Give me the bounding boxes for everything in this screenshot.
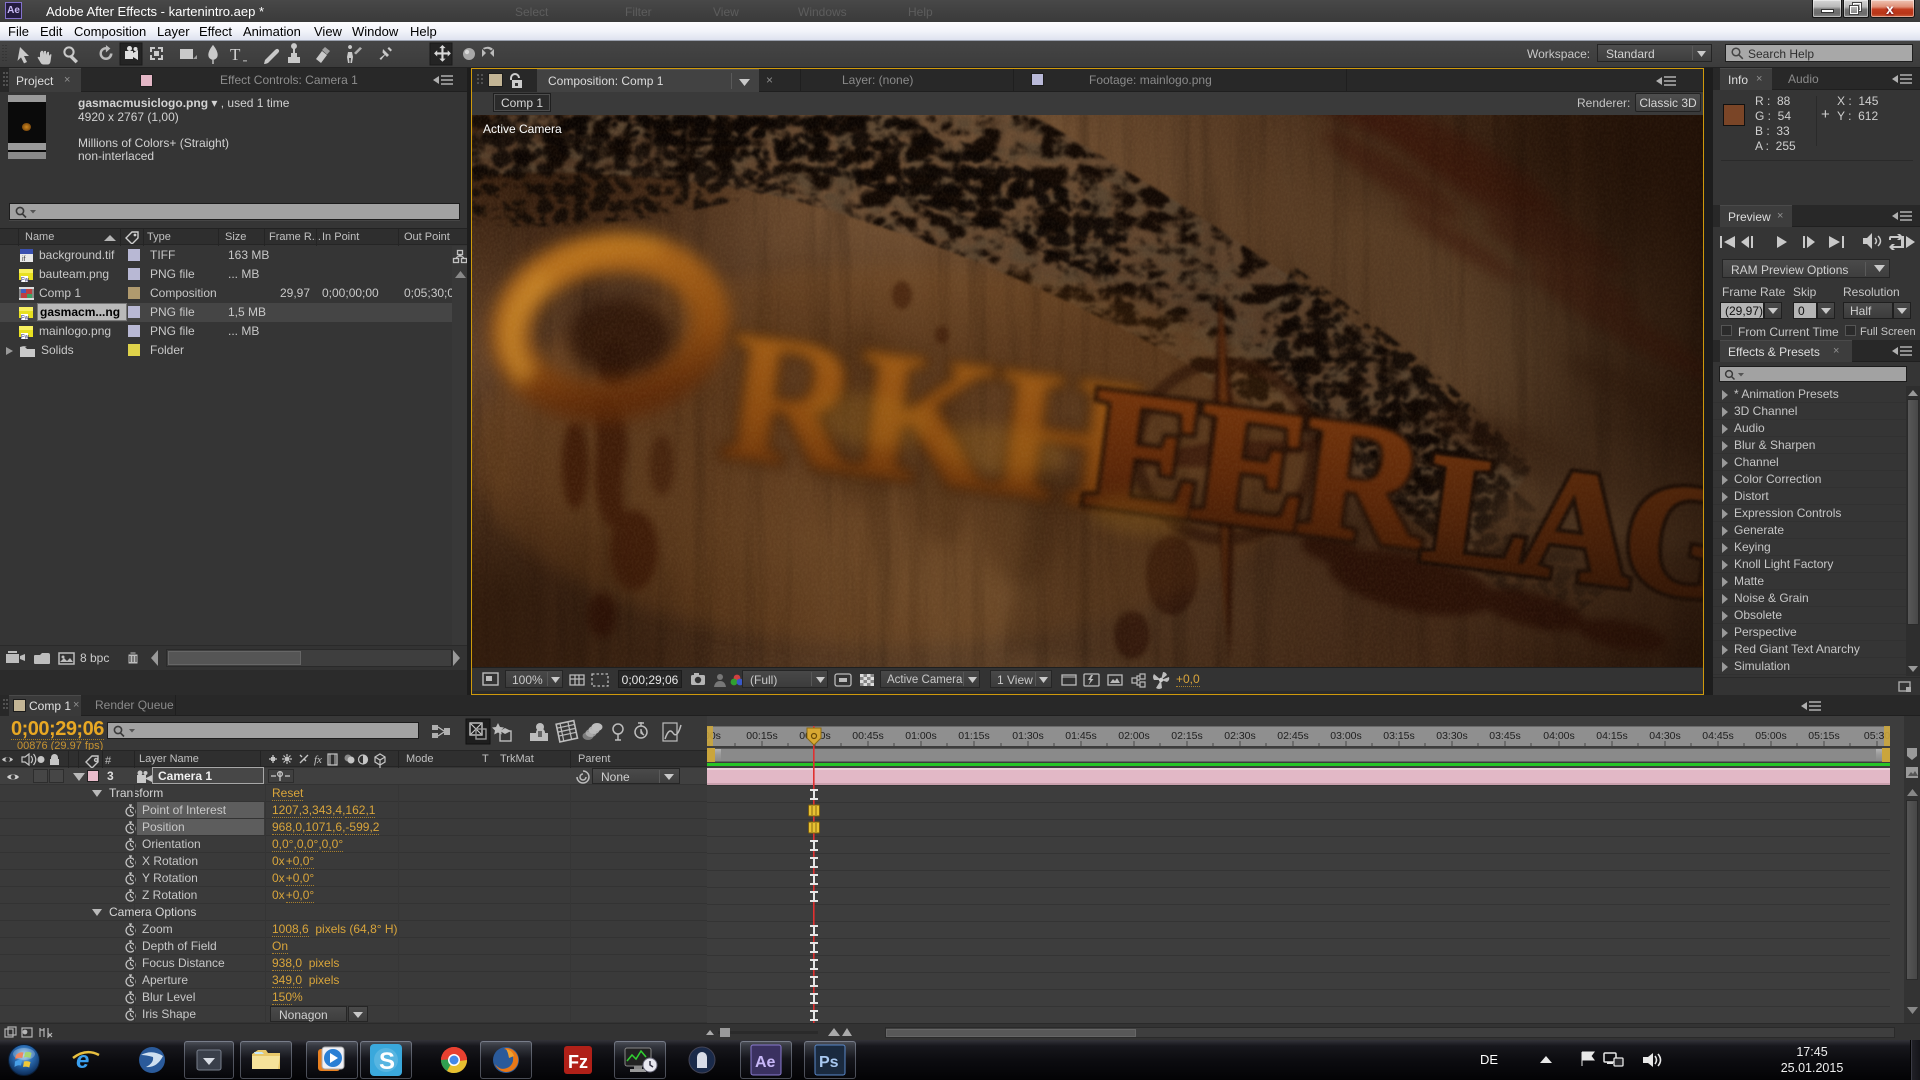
svg-text:00:15s: 00:15s [746, 730, 778, 742]
svg-text:05:15s: 05:15s [1808, 730, 1840, 742]
svg-text:S: S [379, 1048, 395, 1075]
svg-text:01:15s: 01:15s [958, 730, 990, 742]
svg-text:if: if [22, 256, 26, 263]
svg-text:Fw: Fw [21, 278, 30, 284]
svg-text:02:15s: 02:15s [1171, 730, 1203, 742]
svg-text:Ae: Ae [755, 1054, 776, 1071]
svg-text:02:45s: 02:45s [1277, 730, 1309, 742]
svg-text:03:15s: 03:15s [1383, 730, 1415, 742]
svg-text:03:45s: 03:45s [1489, 730, 1521, 742]
svg-text:Ps: Ps [819, 1054, 839, 1071]
svg-text:03:30s: 03:30s [1436, 730, 1468, 742]
svg-text:Fz: Fz [568, 1052, 588, 1072]
svg-text:02:00s: 02:00s [1118, 730, 1150, 742]
svg-text:05:00s: 05:00s [1755, 730, 1787, 742]
svg-text:01:45s: 01:45s [1065, 730, 1097, 742]
svg-text:02:30s: 02:30s [1224, 730, 1256, 742]
svg-text:04:15s: 04:15s [1596, 730, 1628, 742]
svg-text:01:30s: 01:30s [1012, 730, 1044, 742]
svg-text:T: T [230, 45, 241, 64]
svg-text:01:00s: 01:00s [905, 730, 937, 742]
svg-text:04:30s: 04:30s [1649, 730, 1681, 742]
svg-text:fx: fx [314, 754, 322, 766]
svg-text:03:00s: 03:00s [1330, 730, 1362, 742]
svg-text:04:45s: 04:45s [1702, 730, 1734, 742]
svg-text:Fw: Fw [21, 335, 30, 341]
svg-text:00:45s: 00:45s [852, 730, 884, 742]
svg-text:Fw: Fw [21, 316, 30, 322]
svg-text:#: # [105, 755, 112, 767]
svg-text:04:00s: 04:00s [1543, 730, 1575, 742]
